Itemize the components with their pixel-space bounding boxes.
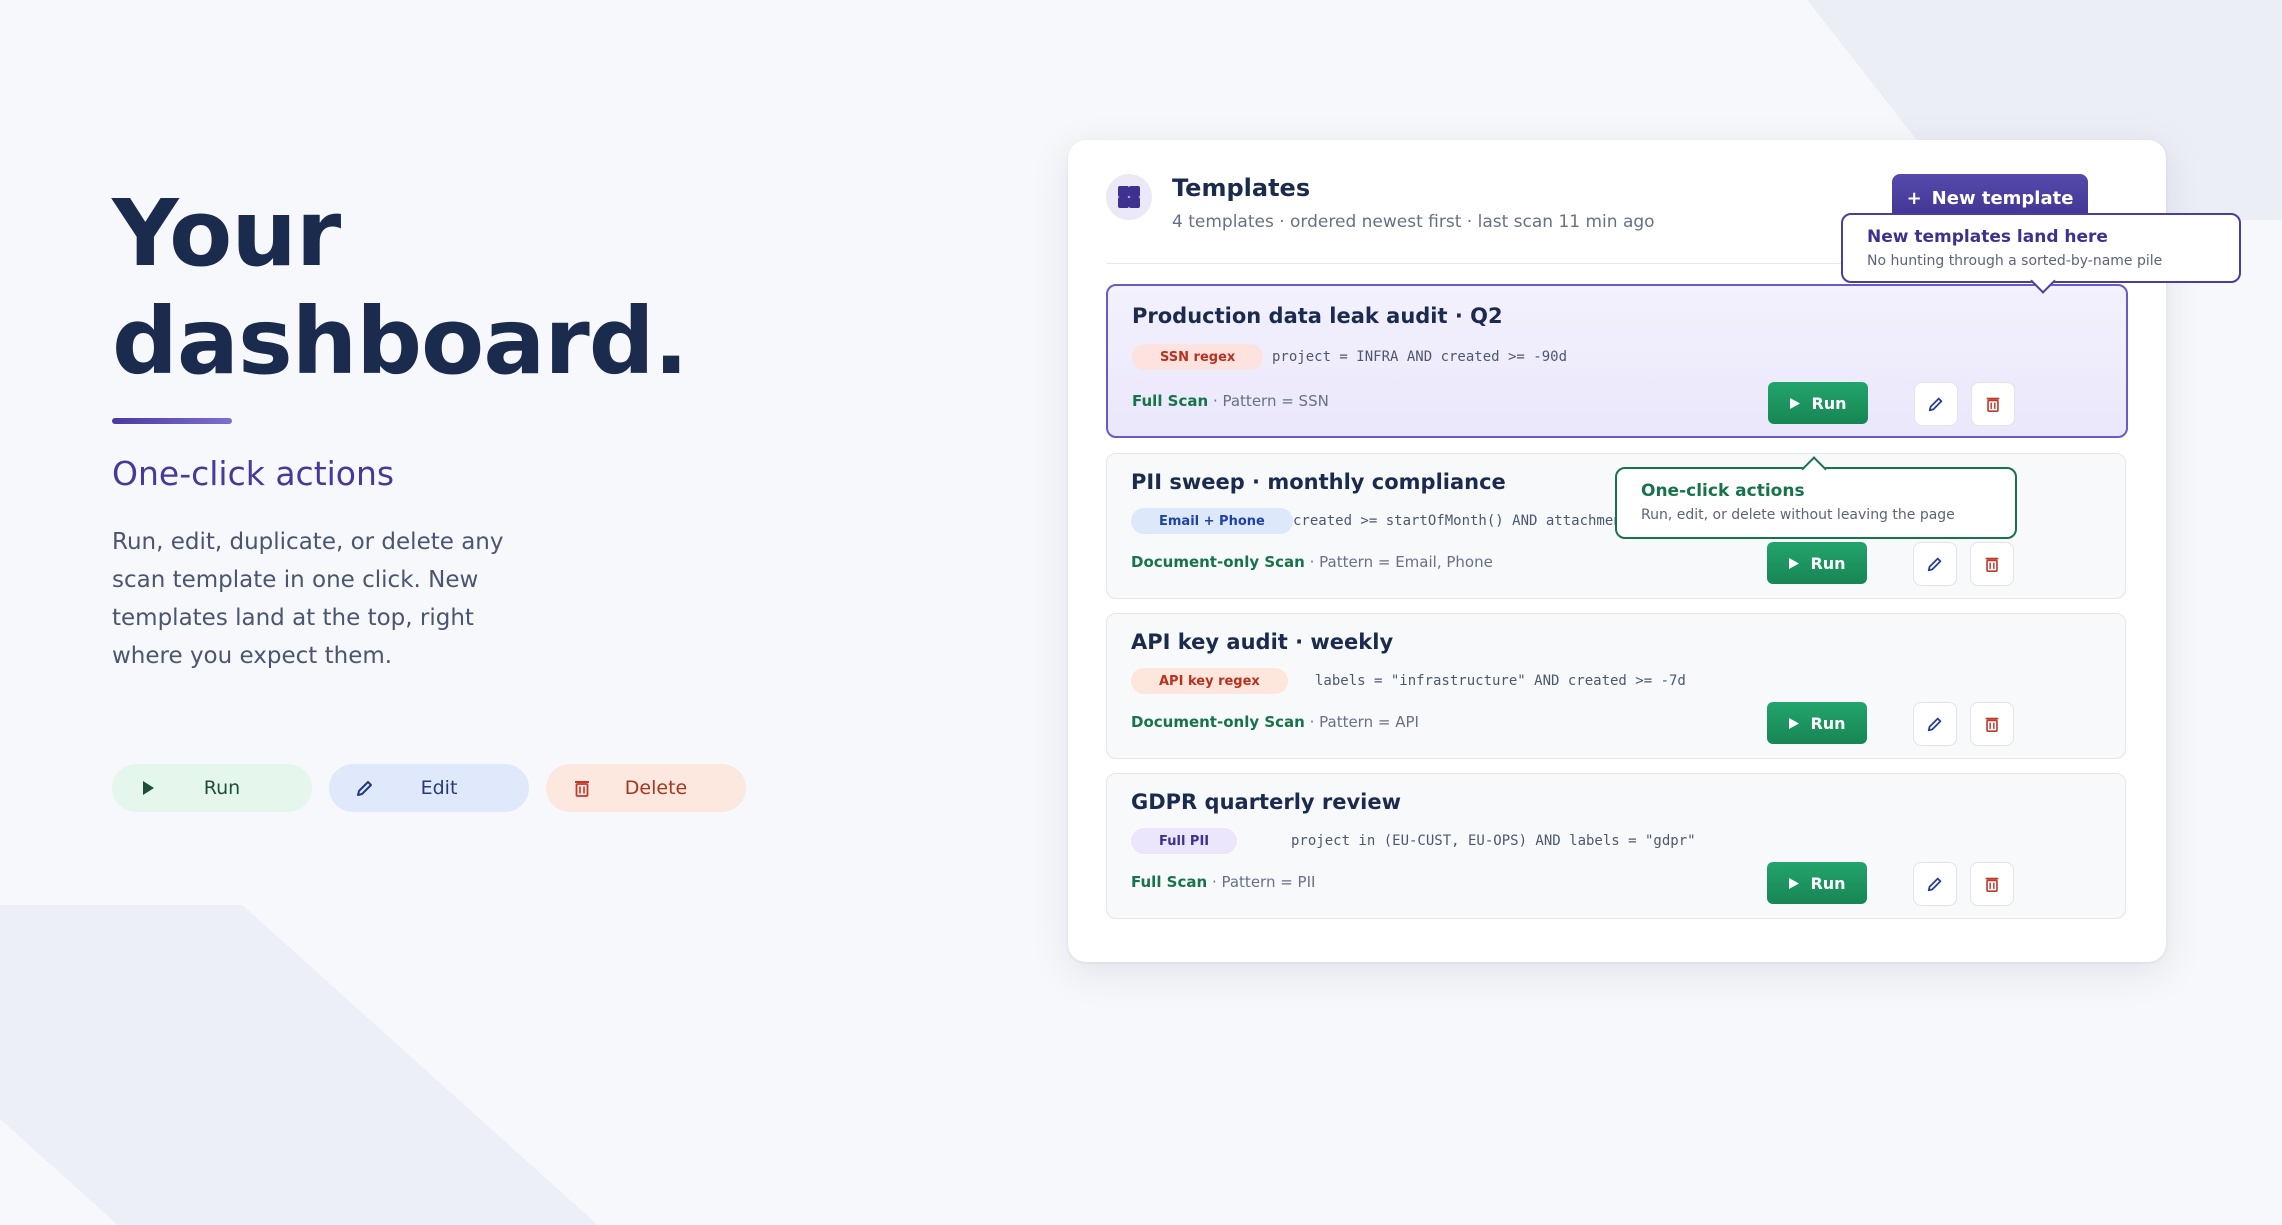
edit-button[interactable] [1914, 382, 1958, 426]
template-title: API key audit · weekly [1131, 630, 1394, 654]
grid-icon [1106, 174, 1152, 220]
play-icon [1789, 557, 1800, 569]
trash-icon [1985, 557, 1999, 573]
template-meta: Document-only Scan · Pattern = API [1131, 713, 1419, 731]
run-label: Run [1810, 553, 1846, 573]
play-icon [1789, 717, 1800, 729]
delete-button[interactable] [1970, 862, 2014, 906]
pattern-text: · Pattern = Email, Phone [1304, 553, 1493, 571]
pencil-icon [1927, 717, 1942, 732]
hero-title-line1: Your [112, 180, 341, 287]
panel-title: Templates [1172, 174, 1311, 202]
legend-delete-pill: Delete [546, 764, 746, 812]
delete-button[interactable] [1970, 542, 2014, 586]
pattern-text: · Pattern = SSN [1208, 392, 1329, 410]
scan-type: Full Scan [1131, 873, 1208, 891]
hero-title-line2: dashboard. [112, 288, 689, 395]
callout-text: Run, edit, or delete without leaving the… [1641, 507, 1955, 523]
hero-subtitle: One-click actions [112, 454, 395, 493]
callout-title: New templates land here [1867, 227, 2108, 247]
hero-section: Your dashboard. One-click actions Run, e… [112, 180, 812, 675]
template-meta: Document-only Scan · Pattern = Email, Ph… [1131, 553, 1493, 571]
trash-icon [1985, 877, 1999, 893]
action-legend: Run Edit Delete [112, 764, 746, 812]
panel-subtitle: 4 templates · ordered newest first · las… [1172, 212, 1655, 232]
template-title: PII sweep · monthly compliance [1131, 470, 1506, 494]
scan-type: Document-only Scan [1131, 553, 1305, 571]
run-button[interactable]: Run [1768, 382, 1868, 424]
plus-icon: + [1906, 187, 1922, 209]
pencil-icon [357, 781, 372, 796]
edit-button[interactable] [1913, 542, 1957, 586]
template-title: Production data leak audit · Q2 [1132, 304, 1503, 328]
template-tag: SSN regex [1132, 344, 1264, 370]
one-click-callout: One-click actions Run, edit, or delete w… [1615, 456, 2017, 539]
play-icon [1789, 877, 1800, 889]
trash-icon [575, 781, 589, 797]
edit-button[interactable] [1913, 702, 1957, 746]
template-row[interactable]: Production data leak audit · Q2 SSN rege… [1106, 284, 2128, 438]
delete-button[interactable] [1971, 382, 2015, 426]
hero-description: Run, edit, duplicate, or delete any scan… [112, 529, 504, 669]
play-icon [143, 781, 154, 795]
pencil-icon [1927, 877, 1942, 892]
template-tag: API key regex [1131, 668, 1288, 694]
trash-icon [1986, 397, 2000, 413]
legend-edit-pill: Edit [329, 764, 529, 812]
background-shape-bottom-left [0, 905, 598, 1225]
trash-icon [1985, 717, 1999, 733]
play-icon [1790, 397, 1801, 409]
legend-run-pill: Run [112, 764, 312, 812]
scan-type: Full Scan [1132, 392, 1209, 410]
template-meta: Full Scan · Pattern = SSN [1132, 392, 1329, 410]
edit-button[interactable] [1913, 862, 1957, 906]
new-template-label: New template [1931, 187, 2074, 209]
pattern-text: · Pattern = API [1304, 713, 1419, 731]
callout-text: No hunting through a sorted-by-name pile [1867, 253, 2163, 269]
template-meta: Full Scan · Pattern = PII [1131, 873, 1315, 891]
template-query: project = INFRA AND created >= -90d [1272, 349, 1568, 365]
pencil-icon [1927, 557, 1942, 572]
template-title: GDPR quarterly review [1131, 790, 1402, 814]
template-query: project in (EU-CUST, EU-OPS) AND labels … [1291, 833, 1696, 849]
run-button[interactable]: Run [1767, 542, 1867, 584]
template-query: labels = "infrastructure" AND created >=… [1315, 673, 1686, 689]
run-label: Run [1810, 713, 1846, 733]
scan-type: Document-only Scan [1131, 713, 1305, 731]
run-label: Run [1811, 393, 1847, 413]
template-tag: Full PII [1131, 828, 1238, 854]
delete-button[interactable] [1970, 702, 2014, 746]
run-button[interactable]: Run [1767, 862, 1867, 904]
new-templates-callout: New templates land here No hunting throu… [1841, 213, 2241, 294]
template-tag: Email + Phone [1131, 508, 1293, 534]
template-row[interactable]: GDPR quarterly review Full PII project i… [1106, 773, 2126, 919]
run-label: Run [1810, 873, 1846, 893]
pattern-text: · Pattern = PII [1207, 873, 1316, 891]
callout-title: One-click actions [1641, 481, 1805, 501]
hero-title: Your dashboard. [112, 180, 812, 396]
run-button[interactable]: Run [1767, 702, 1867, 744]
template-row[interactable]: API key audit · weekly API key regex lab… [1106, 613, 2126, 759]
hero-accent-rule [112, 418, 232, 424]
pencil-icon [1928, 397, 1943, 412]
